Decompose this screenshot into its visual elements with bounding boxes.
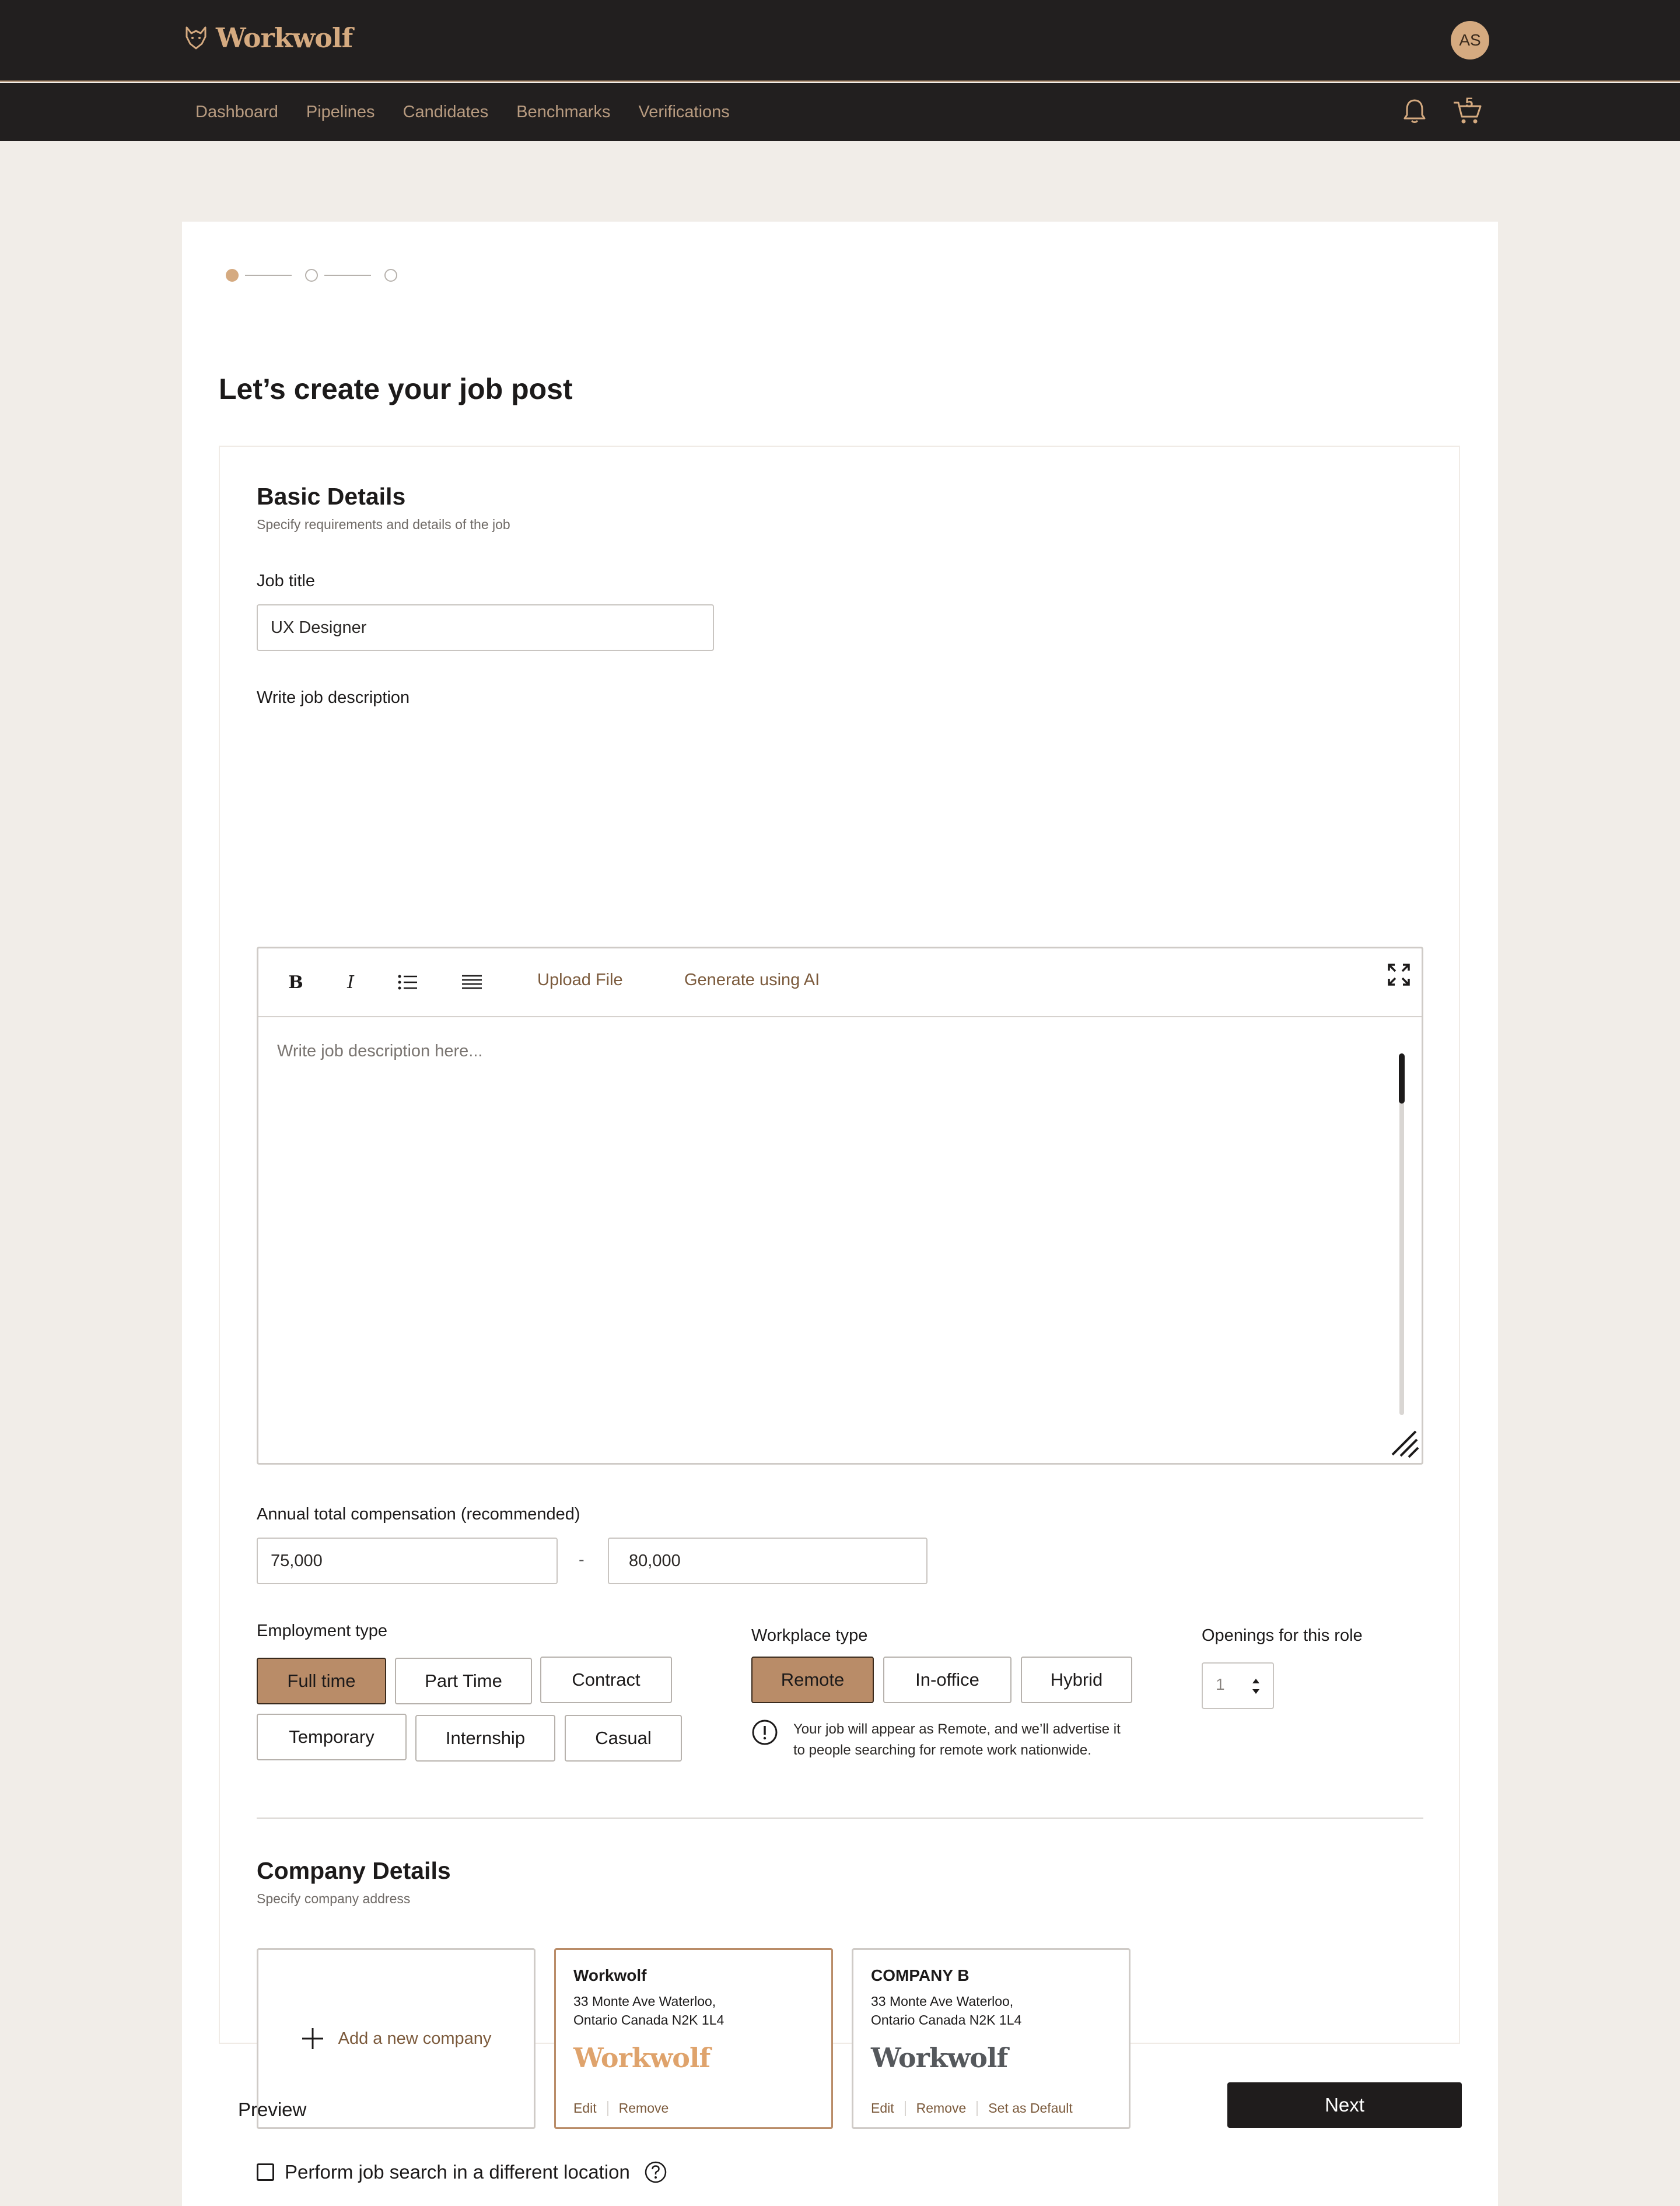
company-details-title: Company Details [257, 1857, 451, 1884]
company-name: Workwolf [573, 1966, 647, 1984]
set-default-button[interactable]: Set as Default [988, 2100, 1072, 2116]
openings-stepper[interactable]: 1 [1202, 1662, 1274, 1709]
bullet-list-button[interactable] [396, 971, 419, 994]
company-logo: Workwolf [573, 2042, 710, 2074]
scrollbar-thumb[interactable] [1399, 1053, 1405, 1104]
section-divider [257, 1818, 1423, 1819]
address-line-2: Ontario Canada N2K 1L4 [573, 2012, 724, 2028]
company-address: 33 Monte Ave Waterloo, Ontario Canada N2… [573, 1992, 818, 2029]
nav-dashboard[interactable]: Dashboard [195, 103, 278, 122]
nav-benchmarks[interactable]: Benchmarks [516, 103, 610, 122]
job-description-editor: B I Upload File Generate using AI Write … [257, 947, 1423, 1465]
workplace-hybrid[interactable]: Hybrid [1021, 1657, 1132, 1703]
company-card-workwolf[interactable]: Workwolf 33 Monte Ave Waterloo, Ontario … [554, 1948, 833, 2129]
compensation-max-input[interactable]: 80,000 [608, 1538, 928, 1584]
basic-details-title: Basic Details [257, 483, 406, 510]
add-company-label: Add a new company [338, 2029, 492, 2048]
action-separator [977, 2100, 978, 2116]
address-line-1: 33 Monte Ave Waterloo, [871, 1994, 1014, 2009]
plus-icon [302, 2028, 323, 2049]
compensation-label: Annual total compensation (recommended) [257, 1505, 580, 1524]
bold-button[interactable]: B [284, 971, 307, 994]
employment-internship[interactable]: Internship [415, 1715, 555, 1762]
address-line-2: Ontario Canada N2K 1L4 [871, 2012, 1022, 2028]
employment-temporary[interactable]: Temporary [257, 1714, 407, 1760]
scrollbar-track[interactable] [1399, 1053, 1404, 1415]
upload-file-button[interactable]: Upload File [537, 971, 623, 990]
list-icon [462, 975, 482, 989]
bold-icon: B [288, 972, 303, 993]
different-location-row: Perform job search in a different locati… [257, 2161, 667, 2184]
compensation-separator: - [579, 1550, 584, 1569]
workplace-remote[interactable]: Remote [751, 1657, 874, 1703]
job-title-input[interactable]: UX Designer [257, 604, 714, 651]
different-location-label[interactable]: Perform job search in a different locati… [285, 2161, 630, 2183]
employment-contract[interactable]: Contract [540, 1657, 672, 1703]
action-separator [607, 2100, 608, 2116]
preview-button[interactable]: Preview [238, 2099, 306, 2121]
generate-ai-button[interactable]: Generate using AI [684, 971, 820, 990]
company-address: 33 Monte Ave Waterloo, Ontario Canada N2… [871, 1992, 1116, 2029]
remove-company-button[interactable]: Remove [619, 2100, 669, 2116]
italic-icon: I [347, 972, 354, 993]
top-header: Workwolf AS [0, 0, 1680, 82]
employment-type-label: Employment type [257, 1622, 388, 1640]
company-name: COMPANY B [871, 1966, 970, 1984]
align-list-button[interactable] [460, 971, 484, 994]
expand-icon[interactable] [1387, 962, 1411, 987]
address-line-1: 33 Monte Ave Waterloo, [573, 1994, 716, 2009]
action-separator [904, 2100, 906, 2116]
main-nav: Dashboard Pipelines Candidates Benchmark… [0, 83, 1680, 141]
openings-label: Openings for this role [1202, 1626, 1363, 1645]
company-card-company-b[interactable]: COMPANY B 33 Monte Ave Waterloo, Ontario… [852, 1948, 1130, 2129]
next-button[interactable]: Next [1227, 2082, 1462, 2128]
edit-company-button[interactable]: Edit [871, 2100, 894, 2116]
brand-logo[interactable]: Workwolf [182, 22, 353, 54]
job-title-label: Job title [257, 572, 315, 590]
workplace-info-text: Your job will appear as Remote, and we’l… [793, 1721, 1121, 1758]
job-form: Basic Details Specify requirements and d… [219, 446, 1460, 2183]
workplace-info: Your job will appear as Remote, and we’l… [751, 1719, 1132, 1761]
description-placeholder[interactable]: Write job description here... [277, 1042, 482, 1061]
nav-candidates[interactable]: Candidates [403, 103, 489, 122]
page-title: Let’s create your job post [219, 373, 573, 405]
compensation-min-input[interactable]: 75,000 [257, 1538, 558, 1584]
italic-button[interactable]: I [339, 971, 362, 994]
job-description-label: Write job description [257, 688, 410, 707]
remove-company-button[interactable]: Remove [916, 2100, 967, 2116]
nav-pipelines[interactable]: Pipelines [306, 103, 375, 122]
resize-handle-icon[interactable] [1390, 1429, 1420, 1459]
company-logo: Workwolf [871, 2042, 1008, 2074]
wolf-icon [186, 26, 206, 50]
company-actions: Edit Remove Set as Default [871, 2100, 1073, 2116]
step-1-dot [226, 269, 239, 282]
step-3-dot [384, 269, 397, 282]
employment-casual[interactable]: Casual [565, 1715, 682, 1762]
brand-name: Workwolf [216, 22, 353, 54]
alert-circle-icon [752, 1720, 778, 1745]
main-card: Let’s create your job post Basic Details… [182, 222, 1498, 2206]
avatar[interactable]: AS [1451, 21, 1489, 59]
progress-stepper [226, 269, 397, 282]
workplace-type-label: Workplace type [751, 1626, 868, 1645]
different-location-checkbox[interactable] [257, 2163, 274, 2181]
stepper-arrows-icon[interactable] [1250, 1675, 1262, 1697]
company-actions: Edit Remove [573, 2100, 668, 2116]
edit-company-button[interactable]: Edit [573, 2100, 597, 2116]
bullet-list-icon [398, 975, 417, 990]
step-2-dot [305, 269, 318, 282]
company-details-subtitle: Specify company address [257, 1891, 411, 1906]
help-icon[interactable] [644, 2161, 667, 2184]
basic-details-subtitle: Specify requirements and details of the … [257, 517, 510, 532]
editor-toolbar: B I Upload File Generate using AI [258, 948, 1422, 1017]
bell-icon[interactable] [1400, 97, 1429, 126]
workplace-in-office[interactable]: In-office [883, 1657, 1012, 1703]
nav-verifications[interactable]: Verifications [638, 103, 729, 122]
openings-value: 1 [1216, 1675, 1225, 1693]
employment-part-time[interactable]: Part Time [395, 1658, 532, 1704]
cart-count-badge: 5 [1465, 95, 1474, 111]
employment-full-time[interactable]: Full time [257, 1658, 386, 1704]
